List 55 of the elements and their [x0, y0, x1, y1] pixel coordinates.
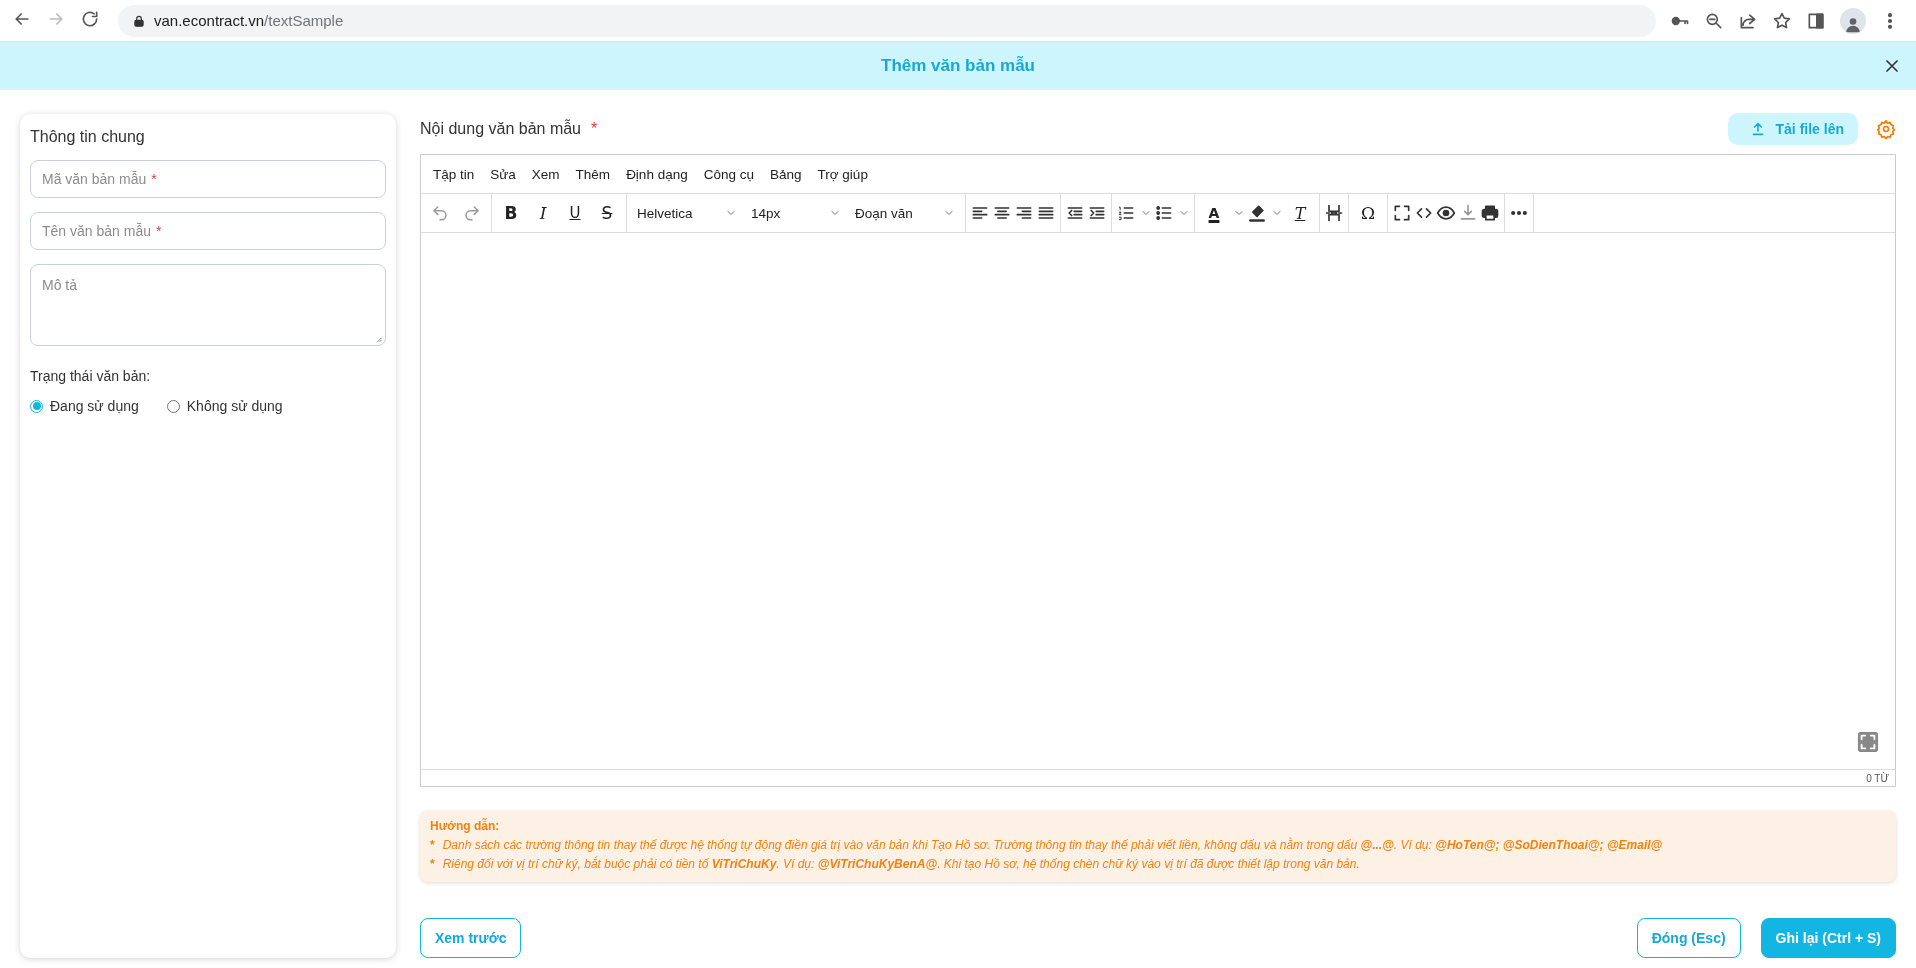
printer-icon[interactable] — [1480, 203, 1500, 223]
menu-item[interactable]: Công cụ — [695, 162, 762, 186]
toolbar-dropdown[interactable]: Đoạn văn — [849, 198, 961, 228]
textarea-field[interactable]: Mô tả — [30, 264, 386, 346]
eye-icon[interactable] — [1436, 203, 1456, 223]
field-label: Tên văn bản mẫu — [42, 223, 151, 239]
required-mark: * — [155, 223, 162, 239]
star-icon[interactable] — [1772, 10, 1792, 31]
toolbar-dropdown[interactable]: Helvetica — [631, 198, 743, 228]
redo-icon — [463, 204, 481, 222]
bullet-mark: * — [430, 837, 435, 854]
underline-button[interactable]: U — [560, 198, 590, 228]
fullscreen-icon[interactable] — [1392, 203, 1412, 223]
card-title: Thông tin chung — [30, 128, 146, 146]
special-char-button[interactable]: Ω — [1353, 198, 1383, 228]
menu-item[interactable]: Xem — [523, 162, 568, 186]
field-label: Mã văn bản mẫu — [42, 171, 147, 187]
clear-format-button[interactable]: T — [1285, 198, 1315, 228]
profile-avatar[interactable] — [1840, 7, 1866, 34]
radio-option[interactable]: Không sử dụng — [166, 398, 283, 414]
italic-button[interactable]: I — [528, 198, 558, 228]
menu-item[interactable]: Sửa — [482, 162, 524, 186]
guide-title: Hướng dẫn: — [430, 819, 501, 833]
address-bar[interactable]: van.econtract.vn/textSample — [118, 4, 1656, 37]
word-count: 0 TỪ — [1866, 772, 1889, 784]
radio-option[interactable]: Đang sử dụng — [30, 398, 139, 414]
url-path: /textSample — [264, 12, 344, 29]
input-field[interactable]: Tên văn bản mẫu * — [30, 212, 386, 250]
bullet-list-icon[interactable] — [1154, 203, 1174, 223]
highlighter-icon[interactable] — [1247, 203, 1267, 223]
input-field[interactable]: Mã văn bản mẫu * — [30, 160, 386, 198]
required-mark: * — [591, 120, 598, 138]
guide-text: Riêng đối với vị trí chữ ký, bắt buộc phải có tiền tố ViTriChuKy. Ví dụ: @ViTriChuKyBenA@. Khi tạo Hồ sơ, hệ thống chèn chữ ký vào vị trí đã được thiết lập trong văn bản. — [442, 855, 1360, 873]
rich-text-editor[interactable]: Tập tin Sửa Xem Thêm Định dạng Công cụ Bảng Trợ giúp B I U S Helvetica 14px Đoạn văn A T Ω 0 TỪ — [420, 154, 1896, 787]
dialog-title: Thêm văn bản mẫu — [881, 56, 1035, 76]
settings-icon[interactable] — [1876, 119, 1896, 139]
status-label: Trạng thái văn bản: — [30, 368, 152, 384]
field-label: Mô tả — [42, 277, 77, 293]
toolbar-dropdown[interactable]: 14px — [745, 198, 847, 228]
required-mark: * — [151, 171, 157, 187]
guide-text: Danh sách các trường thông tin thay thế được hệ thống tự động điền giá trị vào văn bản khi Tạo Hồ sơ. Trường thông tin thay thế phải viết liền, không dấu và nằm trong dấu @...@. Ví dụ: @HoTen@; @SoDienThoai@; @Email@ — [442, 836, 1663, 854]
menu-item[interactable]: Định dạng — [618, 162, 696, 186]
strikethrough-button[interactable]: S — [592, 198, 622, 228]
lock-icon — [132, 13, 146, 28]
editor-title: Nội dung văn bản mẫu — [420, 120, 581, 138]
menu-item[interactable]: Trợ giúp — [809, 162, 876, 186]
undo-icon — [431, 204, 449, 222]
menu-item[interactable]: Bảng — [762, 162, 810, 186]
menu-item[interactable]: Tập tin — [425, 162, 483, 186]
text-color-button[interactable]: A — [1199, 198, 1229, 228]
page-break-icon[interactable] — [1324, 203, 1344, 223]
url-host: van.econtract.vn — [154, 12, 265, 29]
bullet-mark: * — [430, 856, 435, 873]
bold-button[interactable]: B — [496, 198, 526, 228]
menu-item[interactable]: Thêm — [567, 162, 619, 186]
